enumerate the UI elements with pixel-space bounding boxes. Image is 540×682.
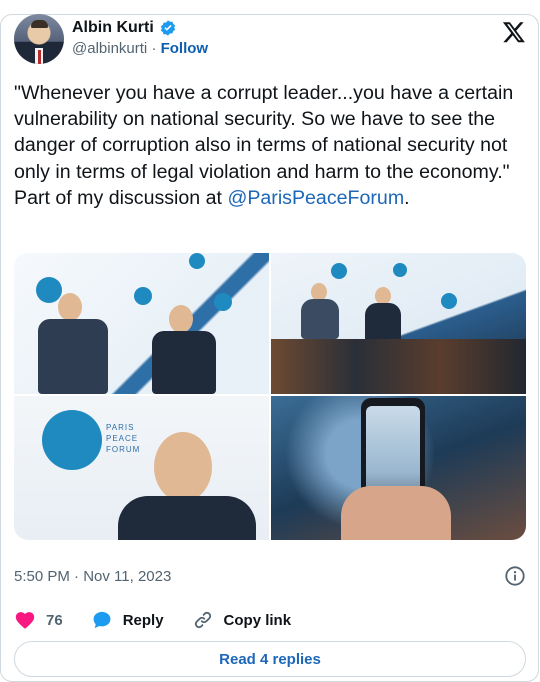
reply-action[interactable]: Reply — [91, 609, 164, 631]
photo-phone-recording-panel[interactable] — [271, 396, 526, 540]
forum-logo-text: PARIS PEACE FORUM — [106, 423, 141, 454]
handle-separator: · — [151, 40, 157, 57]
tweet-header: Albin Kurti @albinkurti · Follow — [14, 14, 526, 66]
follow-button[interactable]: Follow — [161, 40, 209, 57]
photo-panel-audience-view[interactable] — [271, 253, 526, 394]
media-grid: PARIS PEACE FORUM — [14, 253, 526, 540]
speaker-body — [152, 331, 216, 394]
forum-logo-mark — [441, 293, 457, 309]
info-icon[interactable] — [504, 565, 526, 587]
forum-logo-mark — [36, 277, 62, 303]
speaker-body — [301, 299, 339, 339]
link-icon — [194, 611, 211, 629]
tweet-text-end: . — [404, 186, 410, 209]
speaker-head — [58, 293, 82, 321]
photo-speaker-closeup-logo[interactable]: PARIS PEACE FORUM — [14, 396, 269, 540]
reply-label: Reply — [122, 611, 164, 629]
tweet-text: "Whenever you have a corrupt leader...yo… — [14, 80, 526, 211]
speaker-head — [154, 432, 212, 502]
photo-panel-two-speakers[interactable] — [14, 253, 269, 394]
speaker-head — [169, 305, 193, 333]
x-logo-icon[interactable] — [502, 20, 526, 44]
forum-logo-mark — [331, 263, 347, 279]
name-line: Albin Kurti — [72, 19, 208, 37]
speaker-body — [38, 319, 108, 394]
forum-logo-circle — [42, 410, 102, 470]
like-action[interactable]: 76 — [14, 609, 63, 631]
tweet-timestamp[interactable]: 5:50 PM · Nov 11, 2023 — [14, 568, 171, 585]
handle-line: @albinkurti · Follow — [72, 40, 208, 57]
verified-badge-icon — [160, 20, 175, 36]
like-count: 76 — [46, 611, 63, 629]
avatar[interactable] — [14, 14, 64, 64]
author-info: Albin Kurti @albinkurti · Follow — [72, 19, 208, 57]
mention-link[interactable]: @ParisPeaceForum — [227, 187, 404, 209]
forum-logo-mark — [134, 287, 152, 305]
forum-logo-mark — [393, 263, 407, 277]
avatar-tie — [38, 50, 41, 64]
reply-bubble-icon — [93, 611, 111, 629]
forum-logo-mark — [189, 253, 205, 269]
speaker-body — [365, 303, 401, 343]
author-name[interactable]: Albin Kurti — [72, 19, 154, 37]
author-handle[interactable]: @albinkurti — [72, 40, 147, 57]
tweet-actions: 76 Reply Copy link — [14, 608, 526, 632]
read-replies-button[interactable]: Read 4 replies — [14, 641, 526, 677]
heart-icon — [15, 612, 35, 629]
forum-logo-mark — [214, 293, 232, 311]
read-replies-label: Read 4 replies — [219, 650, 321, 668]
audience-row — [271, 339, 526, 394]
copy-link-label: Copy link — [223, 611, 292, 629]
avatar-hair — [31, 20, 48, 28]
copy-link-action[interactable]: Copy link — [192, 609, 292, 631]
speaker-body — [118, 496, 256, 540]
hand — [341, 486, 451, 540]
